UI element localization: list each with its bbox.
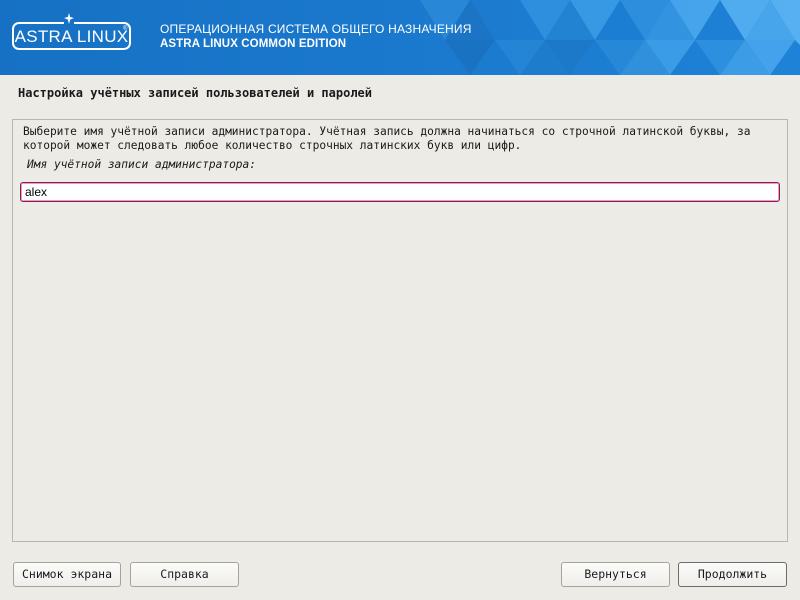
registered-mark: ®	[123, 26, 128, 32]
page-title: Настройка учётных записей пользователей …	[18, 86, 373, 100]
username-field-label: Имя учётной записи администратора:	[27, 158, 257, 171]
help-button[interactable]: Справка	[130, 562, 239, 587]
header-banner: ASTRA LINUX ® ОПЕРАЦИОННАЯ СИСТЕМА ОБЩЕГ…	[0, 0, 800, 75]
os-title-line2: ASTRA LINUX COMMON EDITION	[160, 38, 347, 50]
star-icon	[64, 13, 74, 25]
admin-username-input[interactable]	[20, 182, 780, 202]
logo-text: ASTRA LINUX	[14, 27, 129, 46]
os-title-line1: ОПЕРАЦИОННАЯ СИСТЕМА ОБЩЕГО НАЗНАЧЕНИЯ	[160, 22, 472, 36]
back-button[interactable]: Вернуться	[561, 562, 670, 587]
description-text: Выберите имя учётной записи администрато…	[23, 125, 751, 152]
content-panel: Выберите имя учётной записи администрато…	[12, 119, 788, 542]
screenshot-button[interactable]: Снимок экрана	[13, 562, 121, 587]
continue-button[interactable]: Продолжить	[678, 562, 787, 587]
astra-logo: ASTRA LINUX	[12, 22, 131, 50]
